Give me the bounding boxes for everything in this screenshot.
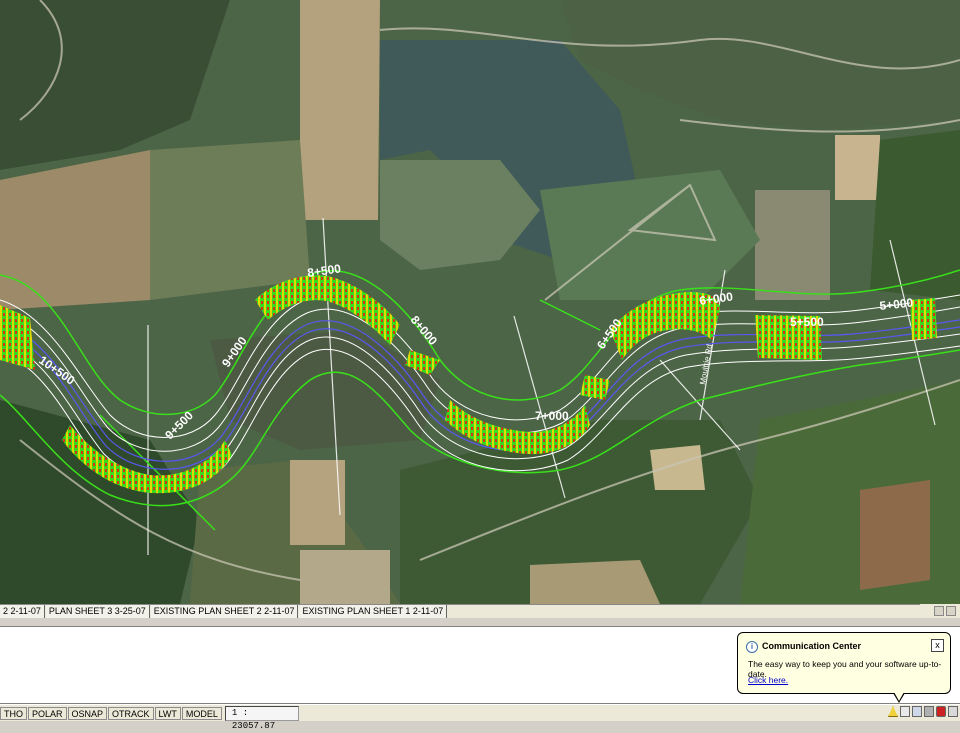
record-icon[interactable] — [936, 706, 946, 717]
click-here-link[interactable]: Click here. — [748, 675, 788, 685]
scroll-left-button[interactable] — [934, 606, 944, 616]
balloon-tail-inner — [894, 692, 904, 701]
scroll-right-button[interactable] — [946, 606, 956, 616]
settings-icon[interactable] — [948, 706, 958, 717]
scale-readout[interactable]: 1 : 23057.87 — [224, 705, 299, 731]
polar-toggle[interactable]: POLAR — [28, 706, 67, 720]
osnap-toggle[interactable]: OSNAP — [67, 706, 108, 720]
printer-icon[interactable] — [924, 706, 934, 717]
lwt-toggle[interactable]: LWT — [154, 706, 181, 720]
aerial-map: 10+500 9+500 9+000 8+500 8+000 7+000 6+5… — [0, 0, 960, 604]
status-bar: THO POLAR OSNAP OTRACK LWT MODEL 1 : 230… — [0, 704, 960, 731]
station-label: 7+000 — [535, 409, 569, 423]
window-icon[interactable] — [900, 706, 910, 717]
drawing-viewport[interactable]: 10+500 9+500 9+000 8+500 8+000 7+000 6+5… — [0, 0, 960, 604]
layout-tab[interactable]: 2 2-11-07 — [0, 605, 45, 619]
close-button[interactable]: x — [931, 639, 944, 652]
info-icon: i — [746, 641, 758, 653]
otrack-toggle[interactable]: OTRACK — [108, 706, 154, 720]
layout-tab[interactable]: EXISTING PLAN SHEET 1 2-11-07 — [299, 605, 448, 619]
splitter[interactable] — [0, 618, 960, 626]
balloon-title: Communication Center — [762, 641, 862, 651]
layout-tab[interactable]: EXISTING PLAN SHEET 2 2-11-07 — [150, 605, 299, 619]
tab-scroll-controls — [920, 604, 960, 618]
ortho-toggle[interactable]: THO — [0, 706, 27, 720]
layout-tab[interactable]: PLAN SHEET 3 3-25-07 — [45, 605, 150, 619]
model-toggle[interactable]: MODEL — [181, 706, 222, 720]
warning-icon[interactable] — [888, 706, 898, 717]
status-tray — [888, 706, 958, 717]
monitor-icon[interactable] — [912, 706, 922, 717]
station-label: 5+500 — [790, 315, 824, 329]
layout-tab-bar: 2 2-11-07 PLAN SHEET 3 3-25-07 EXISTING … — [0, 604, 960, 619]
communication-center-balloon: i Communication Center x The easy way to… — [737, 632, 951, 694]
